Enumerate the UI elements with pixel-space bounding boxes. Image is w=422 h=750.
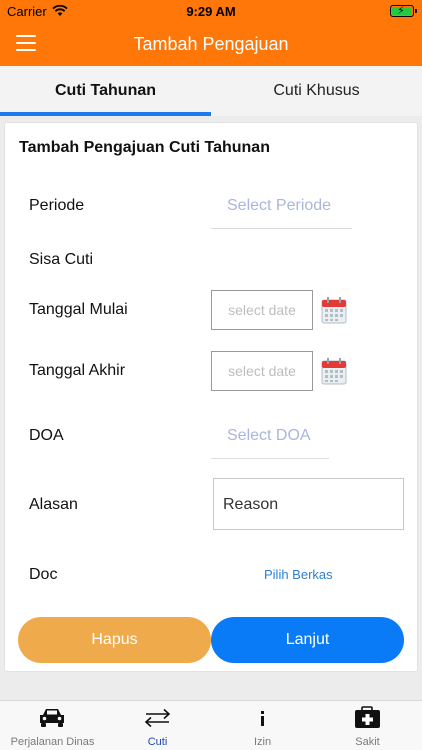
periode-select[interactable]: Select Periode — [227, 197, 331, 215]
nav-label: Perjalanan Dinas — [10, 736, 95, 748]
tanggal-akhir-label: Tanggal Akhir — [29, 362, 126, 379]
doa-underline — [211, 458, 329, 459]
status-bar: Carrier 9:29 AM ⚡ — [0, 0, 422, 22]
periode-label: Periode — [29, 197, 85, 214]
car-icon — [40, 709, 64, 727]
battery-icon: ⚡ — [390, 5, 417, 17]
status-time: 9:29 AM — [186, 4, 236, 19]
tanggal-akhir-input[interactable]: select date — [211, 351, 313, 391]
nav-sakit[interactable]: Sakit — [315, 701, 420, 750]
medical-kit-icon — [355, 706, 380, 728]
tab-cuti-khusus[interactable]: Cuti Khusus — [211, 66, 422, 116]
nav-izin[interactable]: Izin — [210, 701, 315, 750]
nav-label: Sakit — [355, 736, 380, 748]
page-title: Tambah Pengajuan — [133, 34, 289, 54]
nav-label: Izin — [253, 736, 272, 748]
calendar-icon[interactable] — [321, 357, 347, 385]
tab-bar: Cuti Tahunan Cuti Khusus — [0, 66, 422, 116]
tanggal-mulai-label: Tanggal Mulai — [29, 301, 128, 318]
app-bar: Tambah Pengajuan — [0, 22, 422, 66]
doa-label: DOA — [29, 427, 64, 444]
periode-underline — [211, 228, 352, 229]
lanjut-button[interactable]: Lanjut — [211, 617, 404, 663]
nav-cuti[interactable]: Cuti — [105, 701, 210, 750]
bottom-navigation: Perjalanan Dinas Cuti Izin Sakit — [0, 700, 422, 750]
doc-label: Doc — [29, 566, 58, 583]
nav-perjalanan-dinas[interactable]: Perjalanan Dinas — [0, 701, 105, 750]
pilih-berkas-link[interactable]: Pilih Berkas — [264, 567, 333, 582]
form-card: Tambah Pengajuan Cuti Tahunan Periode Se… — [4, 122, 418, 672]
sisa-cuti-label: Sisa Cuti — [29, 251, 94, 268]
info-icon — [261, 711, 264, 726]
active-tab-indicator — [0, 112, 211, 116]
reason-input[interactable]: Reason — [213, 478, 404, 530]
alasan-label: Alasan — [29, 496, 78, 513]
form-title: Tambah Pengajuan Cuti Tahunan — [19, 139, 270, 156]
tanggal-mulai-input[interactable]: select date — [211, 290, 313, 330]
doa-select[interactable]: Select DOA — [227, 427, 311, 445]
calendar-icon[interactable] — [321, 296, 347, 324]
nav-label: Cuti — [147, 736, 168, 748]
hapus-button[interactable]: Hapus — [18, 617, 211, 663]
swap-arrows-icon — [144, 708, 171, 728]
tab-cuti-tahunan[interactable]: Cuti Tahunan — [0, 66, 211, 116]
